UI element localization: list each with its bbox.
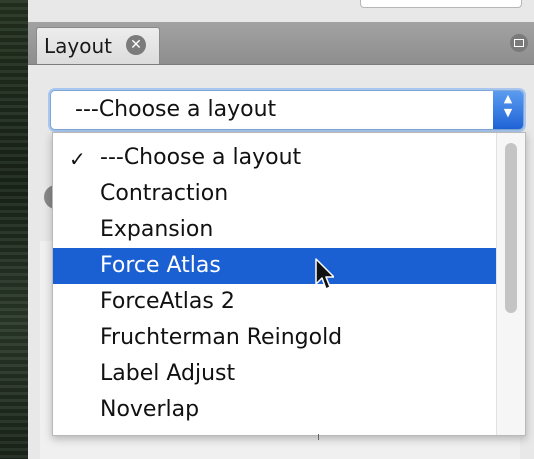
dropdown-option-fruchterman-reingold[interactable]: Fruchterman Reingold	[53, 320, 496, 356]
scrollbar-thumb[interactable]	[505, 143, 517, 313]
tab-bar: Layout ✕	[28, 22, 534, 65]
desktop-background	[0, 0, 28, 459]
dropdown-list: ✓ ---Choose a layout Contraction Expansi…	[53, 140, 496, 428]
option-label: Label Adjust	[100, 361, 236, 386]
option-label: Noverlap	[100, 397, 200, 422]
top-panel-field[interactable]	[360, 0, 522, 8]
layout-select-value: ---Choose a layout	[75, 97, 277, 122]
option-label: Expansion	[100, 217, 214, 242]
divider-tick	[318, 434, 319, 440]
dropdown-option-force-atlas[interactable]: Force Atlas	[53, 248, 496, 284]
tab-title: Layout	[44, 34, 112, 58]
dropdown-scrollbar[interactable]	[496, 133, 525, 435]
option-label: Force Atlas	[100, 253, 221, 278]
top-panel	[28, 0, 534, 22]
dropdown-option-label-adjust[interactable]: Label Adjust	[53, 356, 496, 392]
layout-window: Layout ✕ ---Choose a layout ▲ ▼ ✓ ---Cho…	[28, 0, 534, 459]
minimize-icon[interactable]	[510, 34, 528, 52]
checkmark-icon: ✓	[69, 147, 86, 171]
up-down-chevron-icon[interactable]: ▲ ▼	[493, 91, 523, 129]
dropdown-option-choose-layout[interactable]: ✓ ---Choose a layout	[53, 140, 496, 176]
option-label: ---Choose a layout	[100, 145, 302, 170]
tab-layout[interactable]: Layout ✕	[36, 27, 160, 64]
layout-dropdown-menu: ✓ ---Choose a layout Contraction Expansi…	[52, 132, 526, 436]
layout-select[interactable]: ---Choose a layout ▲ ▼	[50, 90, 524, 130]
dropdown-option-expansion[interactable]: Expansion	[53, 212, 496, 248]
option-label: ForceAtlas 2	[100, 289, 235, 314]
dropdown-option-forceatlas-2[interactable]: ForceAtlas 2	[53, 284, 496, 320]
option-label: Contraction	[100, 181, 229, 206]
close-icon[interactable]: ✕	[126, 35, 146, 55]
option-label: Fruchterman Reingold	[100, 325, 343, 350]
dropdown-option-noverlap[interactable]: Noverlap	[53, 392, 496, 428]
mouse-pointer-icon	[315, 258, 334, 290]
dropdown-option-contraction[interactable]: Contraction	[53, 176, 496, 212]
